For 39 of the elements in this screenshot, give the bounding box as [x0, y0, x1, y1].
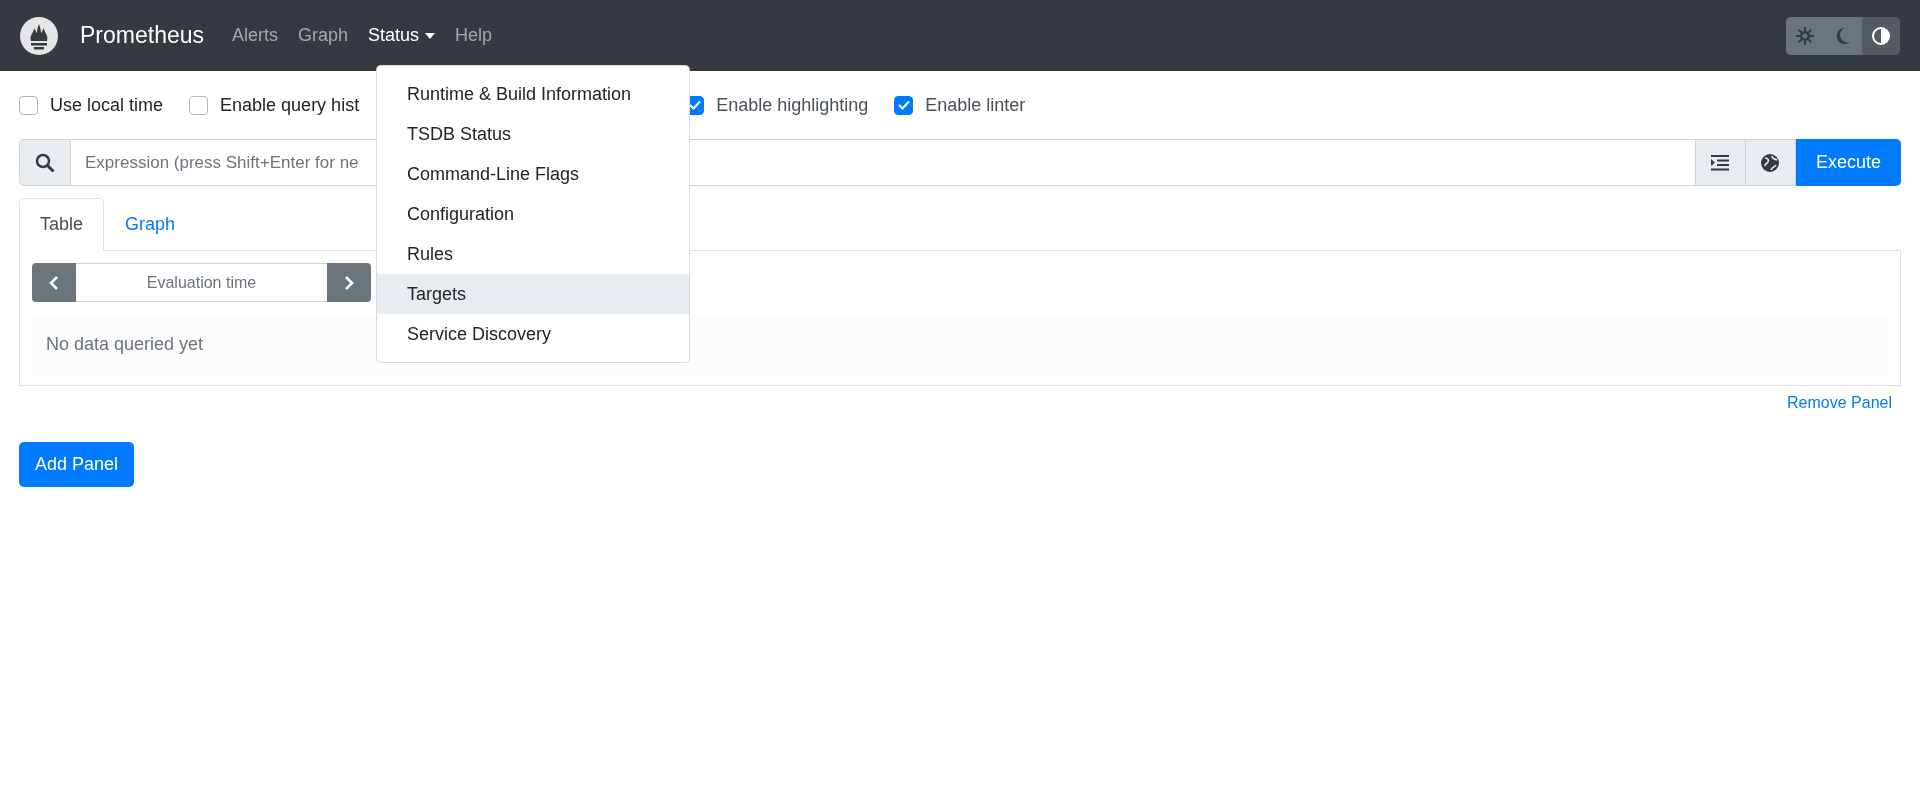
- indent-icon: [1711, 154, 1730, 171]
- previous-button[interactable]: [32, 263, 76, 302]
- moon-icon: [1835, 26, 1851, 45]
- menu-item[interactable]: Configuration: [377, 194, 689, 234]
- checkbox-label: Enable query hist: [220, 94, 360, 116]
- checkbox-label: Enable linter: [925, 94, 1026, 116]
- menu-item[interactable]: Service Discovery: [377, 314, 689, 354]
- remove-panel-link[interactable]: Remove Panel: [0, 394, 1892, 412]
- checkbox[interactable]: [189, 95, 209, 115]
- nav-link[interactable]: Graph: [288, 17, 359, 54]
- checkbox-label: Enable highlighting: [716, 94, 869, 116]
- next-button[interactable]: [327, 263, 371, 302]
- chevron-left-icon: [49, 274, 59, 291]
- checkbox-label: Use local time: [50, 94, 164, 116]
- nav-link[interactable]: Help: [445, 17, 503, 54]
- search-icon: [19, 139, 71, 186]
- evaluation-time-input[interactable]: Evaluation time: [76, 263, 327, 302]
- contrast-icon: [1871, 25, 1891, 46]
- panel-tab[interactable]: Table: [19, 198, 105, 251]
- checkmark-icon: [897, 100, 910, 110]
- format-button[interactable]: [1695, 139, 1746, 186]
- sun-icon: [1796, 26, 1814, 45]
- metrics-explorer-button[interactable]: [1745, 139, 1796, 186]
- menu-item[interactable]: Targets: [377, 274, 689, 314]
- chevron-right-icon: [344, 274, 354, 291]
- menu-item[interactable]: Rules: [377, 234, 689, 274]
- theme-button[interactable]: [1862, 16, 1900, 55]
- checkbox[interactable]: [19, 95, 38, 115]
- nav-link[interactable]: Alerts: [222, 17, 289, 54]
- menu-item[interactable]: Runtime & Build Information: [377, 74, 689, 114]
- nav-link[interactable]: Status: [358, 17, 446, 54]
- flame-logo-icon: [20, 16, 58, 55]
- execute-button[interactable]: Execute: [1795, 139, 1901, 186]
- panel-tab[interactable]: Graph: [104, 198, 197, 251]
- globe-icon: [1760, 152, 1781, 173]
- caret-icon: [425, 32, 436, 39]
- checkbox[interactable]: [894, 95, 914, 115]
- add-panel-button[interactable]: Add Panel: [19, 442, 135, 487]
- brand-title[interactable]: Prometheus: [80, 22, 204, 49]
